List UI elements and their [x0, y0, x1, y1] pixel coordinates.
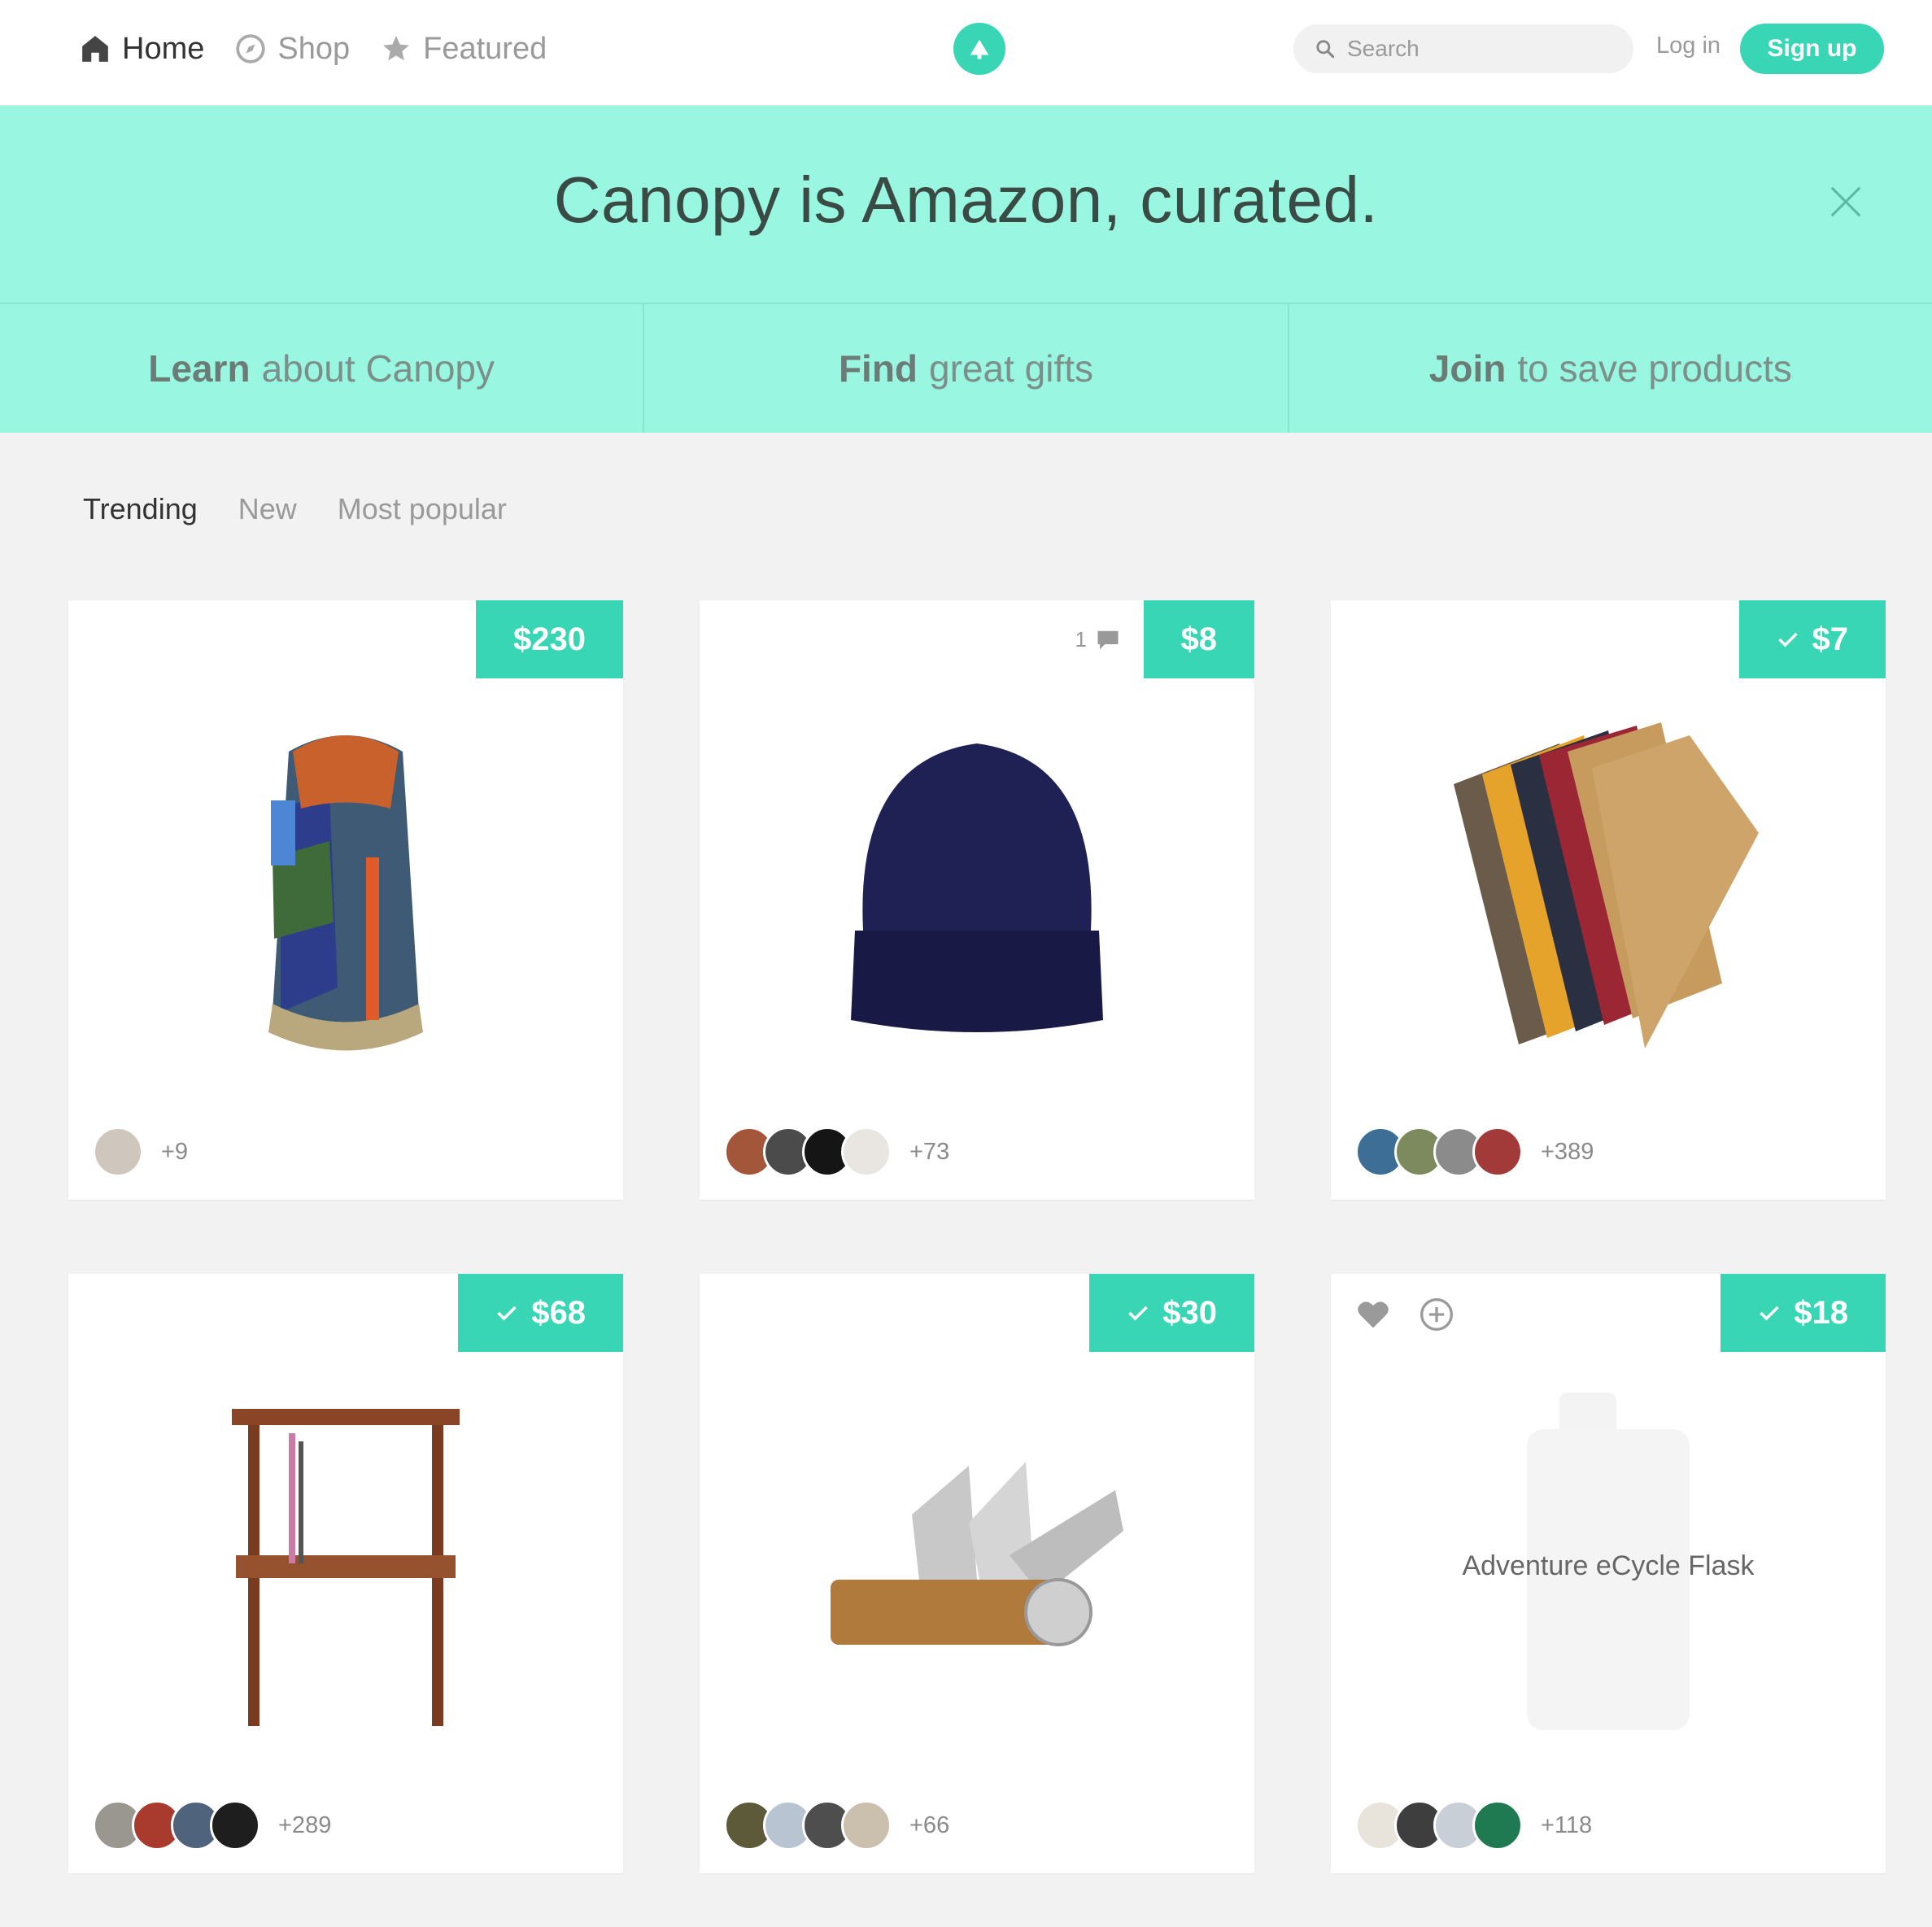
tab-trending[interactable]: Trending — [83, 492, 198, 526]
login-link[interactable]: Log in — [1656, 33, 1720, 59]
saved-count: +66 — [909, 1811, 950, 1838]
saved-count: +73 — [909, 1138, 950, 1165]
compass-icon — [236, 34, 266, 63]
product-image-notebooks[interactable] — [1331, 678, 1886, 1101]
saved-count: +9 — [161, 1138, 189, 1165]
cta-learn-strong: Learn — [148, 347, 251, 390]
cta-learn[interactable]: Learn about Canopy — [0, 304, 643, 433]
key-organizer-illustration — [831, 1462, 1123, 1646]
nav-home[interactable]: Home — [80, 32, 204, 67]
product-card-key-organizer[interactable]: $30 +66 — [700, 1274, 1254, 1873]
product-card-notebooks[interactable]: $7 +389 — [1331, 600, 1886, 1200]
beanie-illustration — [851, 743, 1103, 1032]
notebooks-illustration — [1454, 722, 1759, 1049]
check-icon — [1128, 1306, 1148, 1321]
search-icon — [1316, 40, 1335, 59]
cta-find-strong: Find — [838, 347, 918, 390]
saved-by-avatars: +389 — [1355, 1127, 1594, 1177]
search-bar[interactable] — [1293, 24, 1633, 73]
product-image-backpack[interactable] — [68, 678, 623, 1101]
hero-banner: Canopy is Amazon, curated. Learn about Ca… — [0, 106, 1932, 433]
saved-by-avatars: +118 — [1355, 1800, 1592, 1851]
cta-find-rest: great gifts — [929, 347, 1094, 390]
product-card-record-stand[interactable]: $68 +289 — [68, 1274, 623, 1873]
saved-count: +289 — [278, 1811, 332, 1838]
heart-icon[interactable] — [1355, 1297, 1391, 1332]
price-value: $230 — [513, 621, 586, 657]
avatar[interactable] — [1472, 1127, 1523, 1177]
cta-join-rest: to save products — [1517, 347, 1792, 390]
avatar[interactable] — [841, 1800, 892, 1851]
product-image-key-organizer[interactable] — [700, 1352, 1254, 1775]
price-value: $8 — [1180, 621, 1218, 657]
saved-by-avatars: +289 — [93, 1800, 331, 1851]
search-input[interactable] — [1347, 36, 1607, 62]
price-value: $18 — [1794, 1294, 1848, 1331]
close-icon — [1830, 186, 1861, 217]
nav-shop-label: Shop — [277, 31, 351, 66]
price-tag: $8 — [1143, 600, 1254, 678]
product-card-flask[interactable]: $18 Adventure eCycle Flask +118 — [1331, 1274, 1886, 1873]
cta-join-strong: Join — [1428, 347, 1507, 390]
saved-count: +389 — [1541, 1138, 1594, 1165]
close-banner-button[interactable] — [1827, 183, 1864, 220]
comment-icon — [1097, 630, 1119, 649]
avatar[interactable] — [841, 1127, 892, 1177]
check-icon — [1760, 1306, 1779, 1321]
add-icon[interactable] — [1419, 1297, 1454, 1332]
product-card-beanie[interactable]: 1 $8 +73 — [700, 600, 1254, 1200]
nav-shop[interactable]: Shop — [235, 32, 350, 67]
product-name: Adventure eCycle Flask — [1462, 1550, 1755, 1581]
signup-button[interactable]: Sign up — [1740, 24, 1884, 74]
sort-tabs: Trending New Most popular — [83, 492, 507, 526]
home-icon — [82, 36, 108, 62]
hero-title: Canopy is Amazon, curated. — [553, 163, 1379, 236]
tree-icon — [970, 39, 989, 59]
price-value: $7 — [1812, 621, 1849, 657]
comment-count[interactable]: 1 — [1075, 627, 1121, 652]
price-value: $68 — [531, 1294, 586, 1331]
tab-most-popular[interactable]: Most popular — [338, 492, 507, 526]
saved-by-avatars: +9 — [93, 1127, 188, 1177]
saved-by-avatars: +73 — [724, 1127, 949, 1177]
product-image-record-stand[interactable] — [68, 1352, 623, 1775]
cta-find[interactable]: Find great gifts — [643, 304, 1287, 433]
product-card-backpack[interactable]: $230 +9 — [68, 600, 623, 1200]
canopy-logo[interactable] — [953, 23, 1005, 75]
price-tag: $7 — [1738, 600, 1886, 678]
price-tag: $18 — [1720, 1274, 1886, 1352]
price-tag: $30 — [1089, 1274, 1254, 1352]
nav-home-label: Home — [122, 31, 205, 66]
avatar[interactable] — [1472, 1800, 1523, 1851]
check-icon — [497, 1306, 517, 1321]
tab-new[interactable]: New — [238, 492, 297, 526]
backpack-illustration — [268, 735, 423, 1051]
price-tag: $68 — [458, 1274, 623, 1352]
saved-count: +118 — [1541, 1811, 1593, 1838]
comment-count-value: 1 — [1075, 627, 1087, 652]
product-image-beanie[interactable] — [700, 678, 1254, 1101]
avatar[interactable] — [210, 1800, 260, 1851]
nav-links: Home Shop Featured — [80, 0, 547, 98]
nav-featured-label: Featured — [423, 31, 547, 66]
record-stand-illustration — [232, 1409, 460, 1726]
cta-join[interactable]: Join to save products — [1287, 304, 1932, 433]
price-tag: $230 — [476, 600, 623, 678]
card-actions — [1355, 1297, 1454, 1332]
price-value: $30 — [1162, 1294, 1217, 1331]
check-icon — [1777, 632, 1798, 647]
cta-learn-rest: about Canopy — [261, 347, 495, 390]
hero-cta-row: Learn about Canopy Find great gifts Join to… — [0, 303, 1932, 433]
star-icon — [383, 36, 409, 61]
saved-by-avatars: +66 — [724, 1800, 949, 1851]
nav-featured[interactable]: Featured — [381, 32, 547, 67]
top-nav: Home Shop Featured Log in Sign up — [0, 0, 1932, 106]
avatar[interactable] — [93, 1127, 143, 1177]
